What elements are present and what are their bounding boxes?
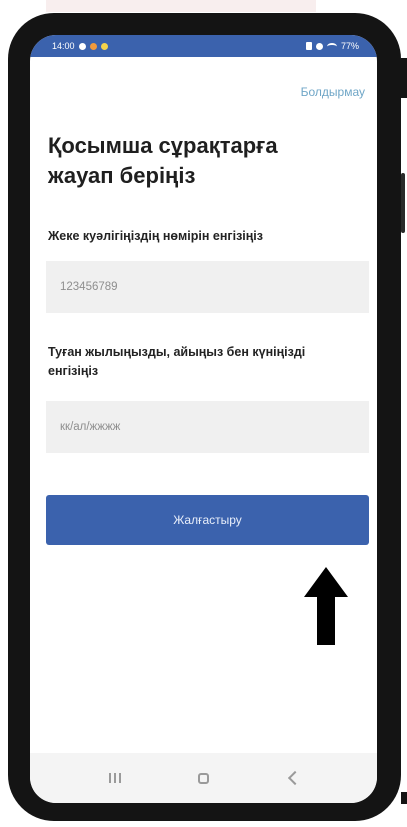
status-time: 14:00 — [52, 41, 75, 51]
continue-button[interactable]: Жалғастыру — [46, 495, 369, 545]
back-button[interactable] — [275, 763, 311, 793]
status-left: 14:00 — [52, 41, 108, 51]
sim-icon — [305, 42, 312, 50]
navigation-bar — [30, 753, 377, 803]
app-notification-icon — [89, 42, 97, 50]
battery-level: 77% — [340, 41, 359, 51]
notification-icon — [78, 42, 86, 50]
home-button[interactable] — [186, 763, 222, 793]
phone-screen: 14:00 77% Болдырмау Қосымша сұрақтарға ж… — [30, 35, 377, 803]
stage: 14:00 77% Болдырмау Қосымша сұрақтарға ж… — [0, 0, 407, 827]
home-icon — [198, 772, 209, 784]
arrow-up-icon — [304, 567, 348, 645]
status-right: 77% — [305, 41, 359, 51]
frame-edge — [401, 58, 407, 98]
side-button — [401, 173, 405, 233]
recents-icon — [108, 773, 121, 783]
back-icon — [287, 770, 302, 786]
id-number-label: Жеке куәлігіңіздің нөмірін енгізіңіз — [48, 229, 263, 243]
top-tint — [46, 0, 316, 12]
wifi-icon — [326, 42, 337, 50]
id-number-input[interactable] — [46, 261, 369, 313]
frame-edge — [401, 792, 407, 804]
birth-date-input[interactable] — [46, 401, 369, 453]
app-notification-icon-2 — [100, 42, 108, 50]
status-bar: 14:00 77% — [30, 35, 377, 57]
phone-frame: 14:00 77% Болдырмау Қосымша сұрақтарға ж… — [8, 13, 405, 821]
alarm-icon — [315, 42, 323, 50]
cancel-link[interactable]: Болдырмау — [301, 85, 365, 99]
page-title: Қосымша сұрақтарға жауап беріңіз — [48, 133, 278, 188]
birth-date-label: Туған жылыңызды, айыңыз бен күніңізді ен… — [48, 345, 306, 378]
recents-button[interactable] — [97, 763, 133, 793]
